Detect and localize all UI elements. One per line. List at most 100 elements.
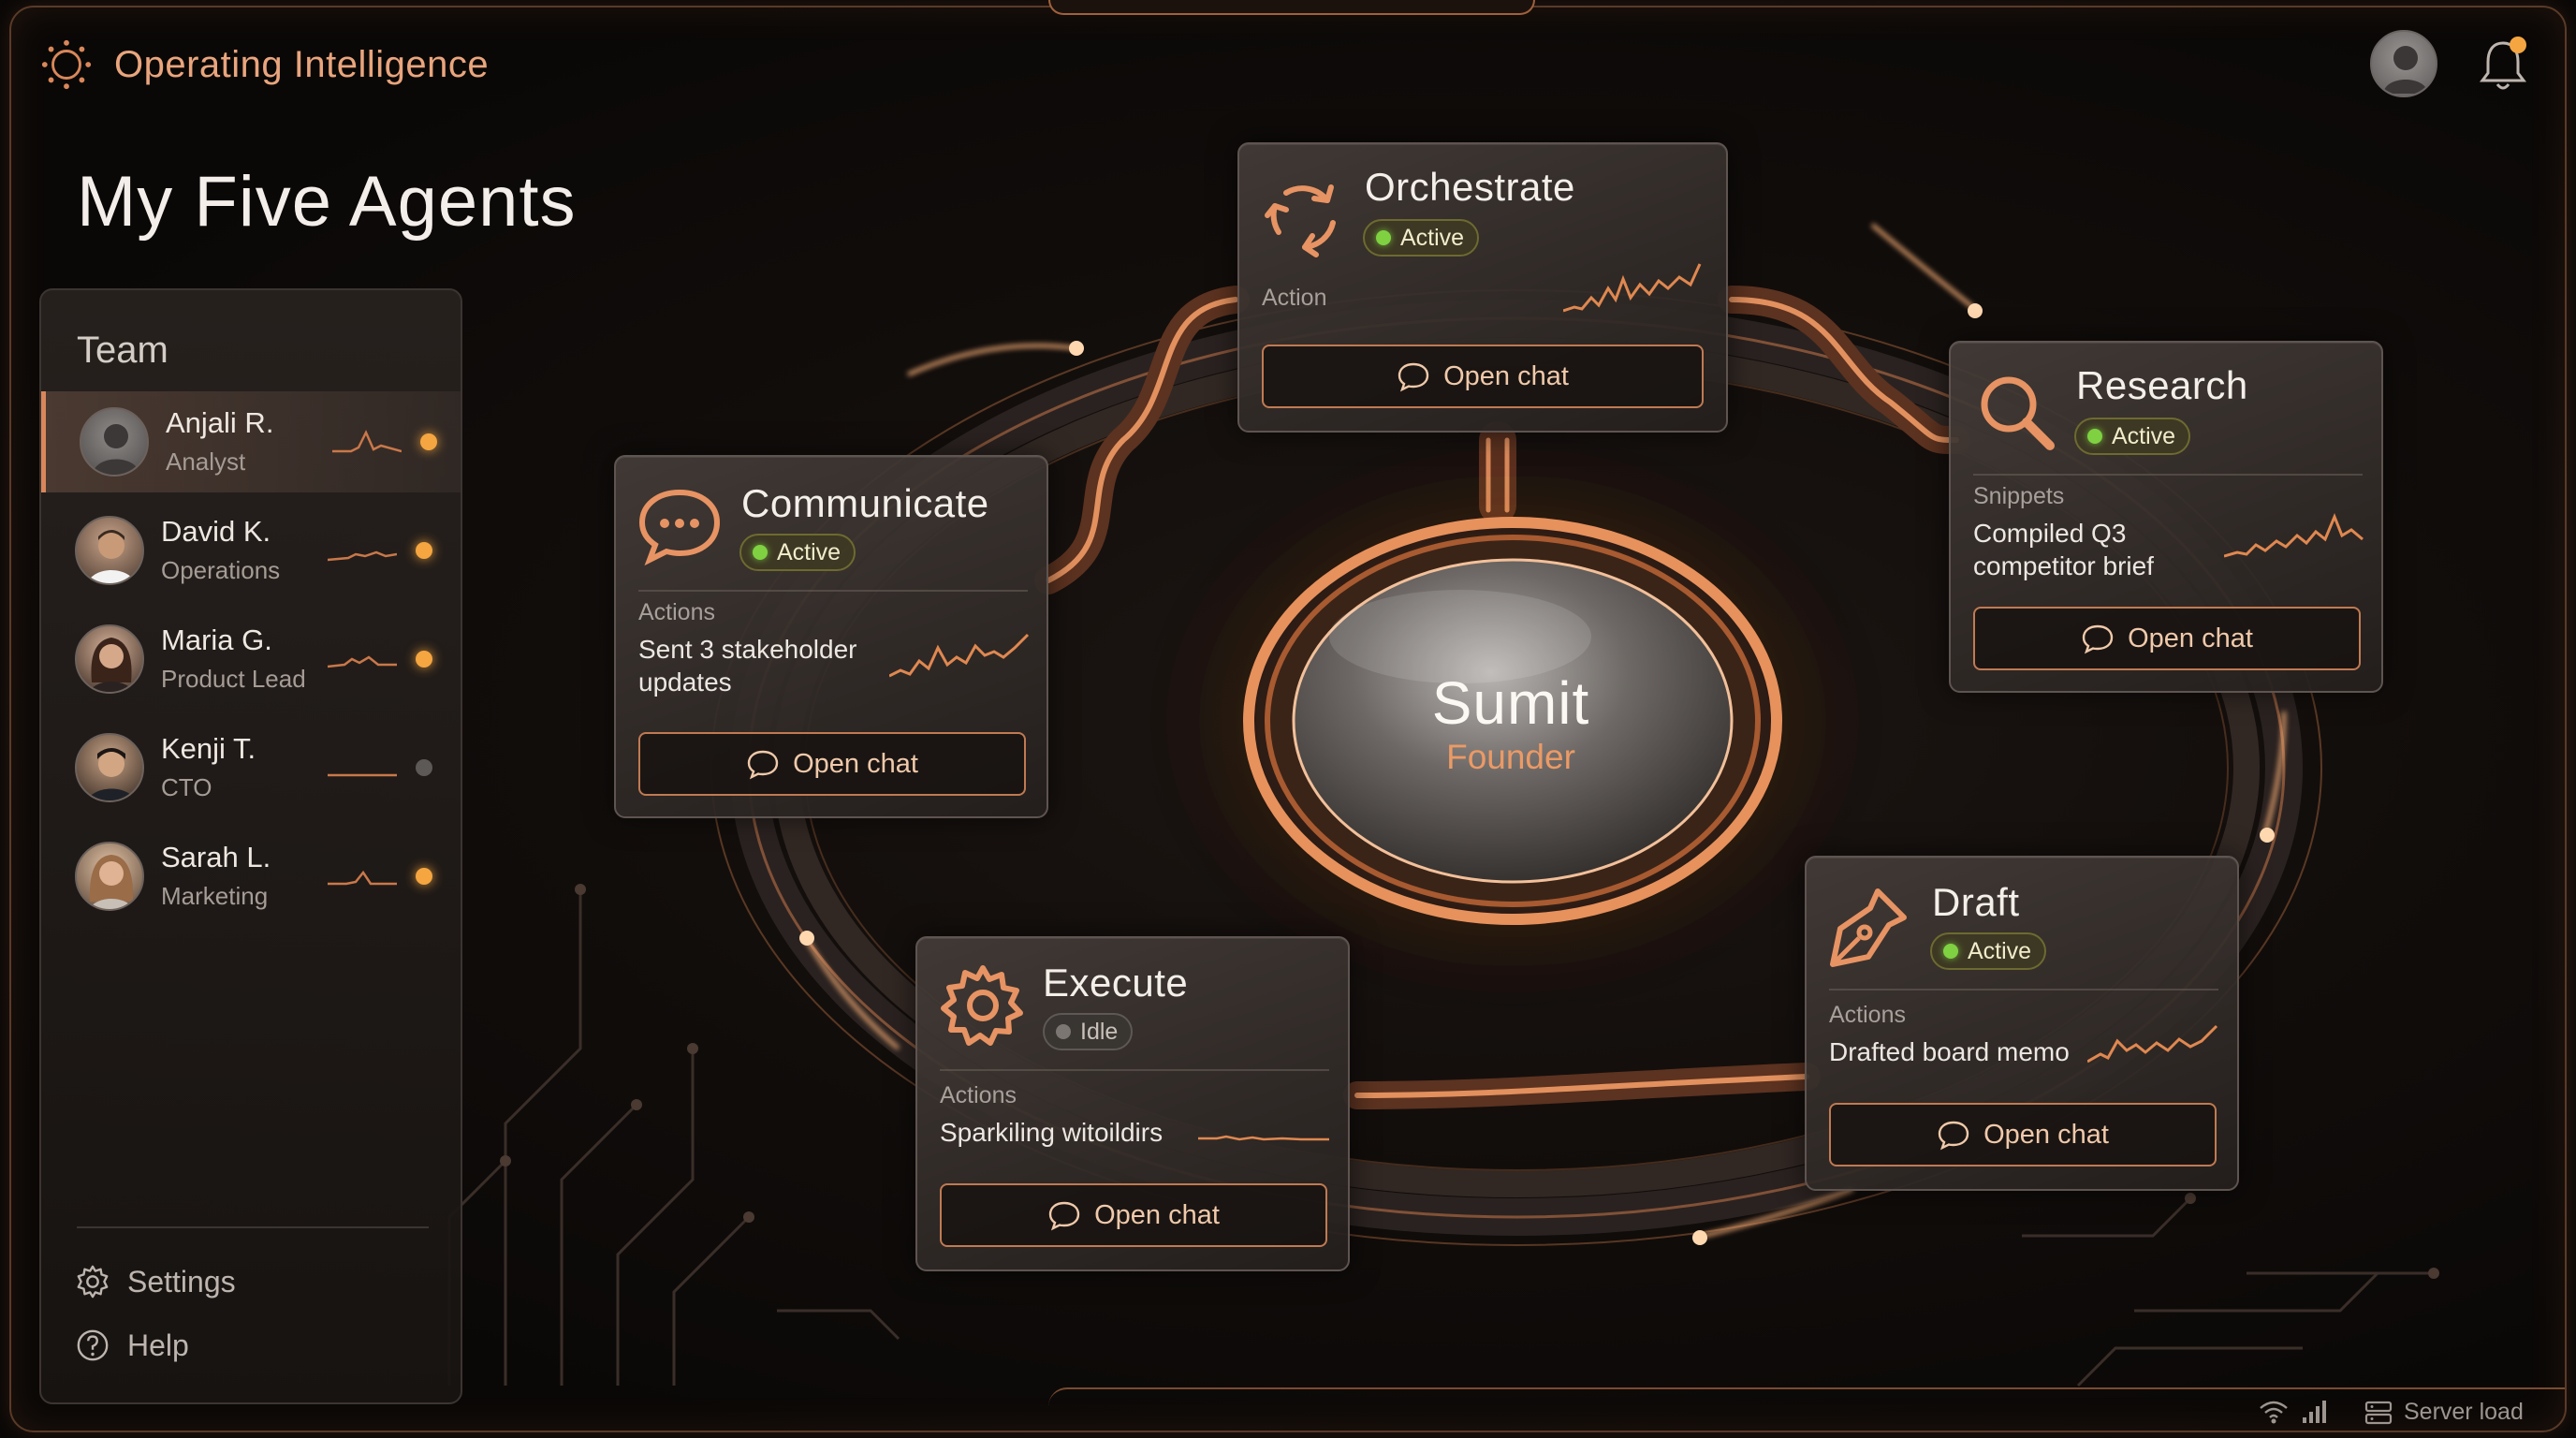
- agent-title: Draft: [1932, 880, 2020, 924]
- status-dot: [420, 433, 437, 450]
- settings-label: Settings: [127, 1264, 236, 1299]
- member-role: Operations: [161, 556, 281, 584]
- agent-section-label: Actions: [1829, 1002, 1906, 1028]
- team-member-maria[interactable]: Maria G. Product Lead: [41, 609, 461, 710]
- avatar: [75, 624, 144, 694]
- team-sidebar: Team Anjali R. Analyst David K. Operatio…: [39, 288, 462, 1404]
- orbit-logo-icon: [41, 39, 92, 90]
- status-dot: [416, 542, 432, 559]
- status-badge: Active: [1363, 219, 1480, 257]
- gear-icon: [941, 965, 1023, 1046]
- status-dot: [416, 651, 432, 668]
- server-load-label: Server load: [2404, 1399, 2524, 1425]
- open-chat-button[interactable]: Open chat: [638, 732, 1026, 796]
- sidebar-title: Team: [77, 330, 168, 371]
- chat-bubble-icon: [638, 489, 721, 566]
- agent-summary: Drafted board memo: [1829, 1037, 2070, 1066]
- team-member-david[interactable]: David K. Operations: [41, 500, 461, 601]
- team-member-kenji[interactable]: Kenji T. CTO: [41, 717, 461, 818]
- agent-summary: Sent 3 stakeholder updates: [638, 635, 857, 697]
- avatar: [75, 842, 144, 911]
- chat-bubble-icon: [1048, 1201, 1080, 1231]
- help-label: Help: [127, 1328, 189, 1362]
- status-badge: Idle: [1043, 1013, 1134, 1050]
- chat-bubble-icon: [2082, 624, 2114, 654]
- team-member-sarah[interactable]: Sarah L. Marketing: [41, 826, 461, 927]
- avatar: [80, 407, 149, 477]
- member-role: Product Lead: [161, 665, 306, 693]
- member-name: Sarah L.: [161, 841, 271, 873]
- app-name: Operating Intelligence: [114, 43, 490, 85]
- agent-section-label: Actions: [638, 599, 715, 625]
- agent-summary: Sparkiling witoildirs: [940, 1118, 1164, 1147]
- hub-name: Sumit: [1431, 669, 1590, 737]
- notification-dot: [2510, 37, 2526, 53]
- bell-icon[interactable]: [2475, 34, 2531, 94]
- agent-card-draft: Draft Active Actions Drafted board memo …: [1805, 856, 2239, 1191]
- agent-card-orchestrate: Orchestrate Active Action Open chat: [1237, 142, 1728, 433]
- activity-sparkline: [2087, 1024, 2218, 1064]
- agent-summary: Compiled Q3 competitor brief: [1973, 519, 2154, 580]
- pen-nib-icon: [1830, 888, 1907, 967]
- activity-sparkline: [328, 870, 397, 886]
- team-member-anjali[interactable]: Anjali R. Analyst: [41, 391, 461, 492]
- member-role: Analyst: [166, 448, 246, 476]
- member-name: Kenji T.: [161, 732, 256, 765]
- settings-link[interactable]: Settings: [75, 1264, 236, 1299]
- activity-sparkline: [889, 633, 1030, 678]
- chat-bubble-icon: [1398, 362, 1429, 392]
- gear-icon: [77, 1265, 109, 1299]
- circuit-traces-right: [2022, 1196, 2434, 1387]
- agent-card-execute: Execute Idle Actions Sparkiling witoildi…: [915, 936, 1350, 1271]
- hub-role: Founder: [1446, 738, 1575, 776]
- avatar: [75, 516, 144, 585]
- sidebar-divider: [77, 1226, 429, 1228]
- activity-sparkline: [332, 430, 402, 453]
- refresh-cycle-icon: [1265, 184, 1336, 257]
- agent-title: Execute: [1043, 961, 1189, 1005]
- status-badge: Active: [2074, 418, 2191, 455]
- activity-sparkline: [328, 550, 397, 562]
- agent-section-label: Snippets: [1973, 483, 2065, 509]
- wifi-icon: [2260, 1401, 2288, 1424]
- magnifier-icon: [1981, 376, 2055, 450]
- open-chat-button[interactable]: Open chat: [1973, 607, 2361, 670]
- activity-sparkline: [1198, 1135, 1329, 1141]
- open-chat-button[interactable]: Open chat: [1262, 345, 1704, 408]
- agent-title: Communicate: [741, 481, 989, 525]
- server-load-status[interactable]: Server load: [2364, 1399, 2524, 1426]
- server-icon: [2364, 1401, 2393, 1424]
- status-badge: Active: [1930, 932, 2047, 970]
- status-dot: [416, 868, 432, 885]
- brand[interactable]: Operating Intelligence: [39, 37, 489, 92]
- agent-card-communicate: Communicate Active Actions Sent 3 stakeh…: [614, 455, 1048, 818]
- agent-section-label: Actions: [940, 1082, 1017, 1108]
- status-dot: [416, 759, 432, 776]
- member-name: Anjali R.: [166, 406, 274, 439]
- member-name: Maria G.: [161, 624, 272, 656]
- help-icon: [77, 1329, 109, 1361]
- open-chat-button[interactable]: Open chat: [1829, 1103, 2217, 1167]
- member-name: David K.: [161, 515, 271, 548]
- member-role: CTO: [161, 773, 212, 801]
- agent-section-label: Action: [1262, 285, 1327, 311]
- agent-card-research: Research Active Snippets Compiled Q3 comp…: [1949, 341, 2383, 693]
- user-avatar-icon[interactable]: [2370, 30, 2437, 97]
- member-role: Marketing: [161, 882, 269, 910]
- signal-bars-icon: [2303, 1401, 2326, 1423]
- help-link[interactable]: Help: [75, 1328, 189, 1363]
- activity-sparkline: [328, 655, 397, 668]
- agent-title: Research: [2076, 363, 2248, 407]
- bottom-notch-decoration: [1048, 1387, 2565, 1434]
- status-badge: Active: [739, 534, 856, 571]
- chat-bubble-icon: [747, 750, 779, 780]
- activity-sparkline: [2224, 513, 2364, 558]
- avatar: [75, 733, 144, 802]
- top-notch-decoration: [1048, 0, 1535, 15]
- agent-title: Orchestrate: [1365, 165, 1575, 209]
- connection-status: [2258, 1399, 2327, 1425]
- chat-bubble-icon: [1938, 1121, 1969, 1151]
- open-chat-button[interactable]: Open chat: [940, 1183, 1327, 1247]
- page-title: My Five Agents: [77, 162, 577, 242]
- activity-sparkline: [1563, 263, 1702, 313]
